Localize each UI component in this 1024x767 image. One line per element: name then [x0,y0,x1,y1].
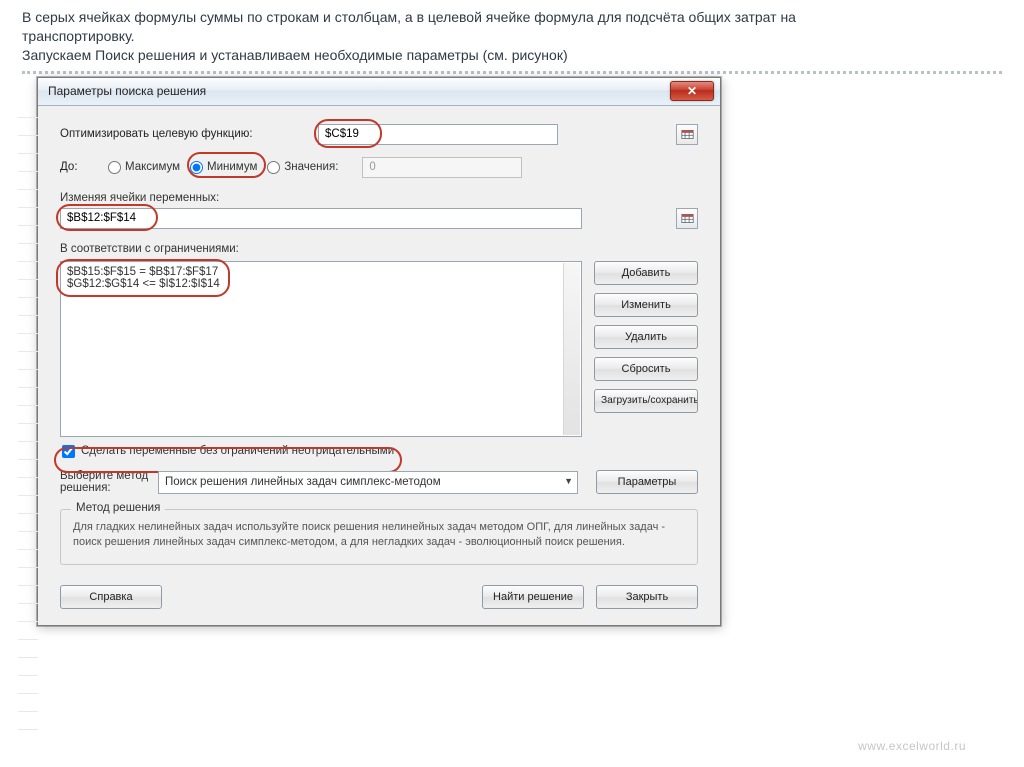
changing-input[interactable] [60,208,582,229]
radio-min-input[interactable] [190,161,203,174]
params-button[interactable]: Параметры [596,470,698,494]
to-label: До: [60,161,108,173]
objective-ref-button[interactable] [676,124,698,145]
objective-label: Оптимизировать целевую функцию: [60,128,318,140]
changing-label: Изменяя ячейки переменных: [60,192,698,204]
method-group-title: Метод решения [71,502,165,514]
delete-button[interactable]: Удалить [594,325,698,349]
help-button[interactable]: Справка [60,585,162,609]
method-select-value: Поиск решения линейных задач симплекс-ме… [165,476,441,488]
close-dialog-button[interactable]: Закрыть [596,585,698,609]
value-input[interactable] [362,157,522,178]
constraint-item-1[interactable]: $B$15:$F$15 = $B$17:$F$17 [67,266,575,278]
intro-line1a: В серых ячейках формулы суммы по строкам… [22,9,796,25]
reset-button[interactable]: Сбросить [594,357,698,381]
radio-max-input[interactable] [108,161,121,174]
close-icon: ✕ [687,84,697,98]
screenshot-frame: Параметры поиска решения ✕ Оптимизироват… [36,76,722,627]
method-select[interactable]: Поиск решения линейных задач симплекс-ме… [158,471,578,494]
dialog-body: Оптимизировать целевую функцию: До: Макс… [38,106,720,625]
radio-min-label: Минимум [207,161,257,173]
radio-max-label: Максимум [125,161,180,173]
add-button[interactable]: Добавить [594,261,698,285]
changing-ref-button[interactable] [676,208,698,229]
constraint-item-2[interactable]: $G$12:$G$14 <= $I$12:$I$14 [67,278,575,290]
spreadsheet-gridlines [18,100,38,737]
titlebar-title: Параметры поиска решения [48,84,206,98]
load-save-button[interactable]: Загрузить/сохранить [594,389,698,413]
solver-dialog: Параметры поиска решения ✕ Оптимизироват… [37,77,721,626]
constraints-label: В соответствии с ограничениями: [60,243,698,255]
method-label: Выберите метод решения: [60,470,152,495]
divider [22,71,1002,74]
radio-min[interactable]: Минимум [190,161,257,174]
nonneg-check[interactable]: Сделать переменные без ограничений неотр… [60,445,698,458]
radio-value-input[interactable] [267,161,280,174]
close-button[interactable]: ✕ [670,81,714,101]
method-group-text: Для гладких нелинейных задач используйте… [73,520,685,550]
intro-line1b: транспортировку. [22,28,135,44]
cell-ref-icon [681,129,694,140]
watermark: www.excelworld.ru [858,739,966,753]
nonneg-check-input[interactable] [62,445,75,458]
radio-value-label: Значения: [284,161,338,173]
objective-input[interactable] [318,124,558,145]
cell-ref-icon [681,213,694,224]
radio-value[interactable]: Значения: [267,161,338,174]
change-button[interactable]: Изменить [594,293,698,317]
nonneg-check-label: Сделать переменные без ограничений неотр… [81,445,394,457]
intro-line2: Запускаем Поиск решения и устанавливаем … [22,47,568,63]
titlebar[interactable]: Параметры поиска решения ✕ [38,78,720,106]
intro-text: В серых ячейках формулы суммы по строкам… [22,8,1002,65]
solve-button[interactable]: Найти решение [482,585,584,609]
constraints-listbox[interactable]: $B$15:$F$15 = $B$17:$F$17 $G$12:$G$14 <=… [60,261,582,437]
radio-max[interactable]: Максимум [108,161,180,174]
method-group: Метод решения Для гладких нелинейных зад… [60,509,698,565]
